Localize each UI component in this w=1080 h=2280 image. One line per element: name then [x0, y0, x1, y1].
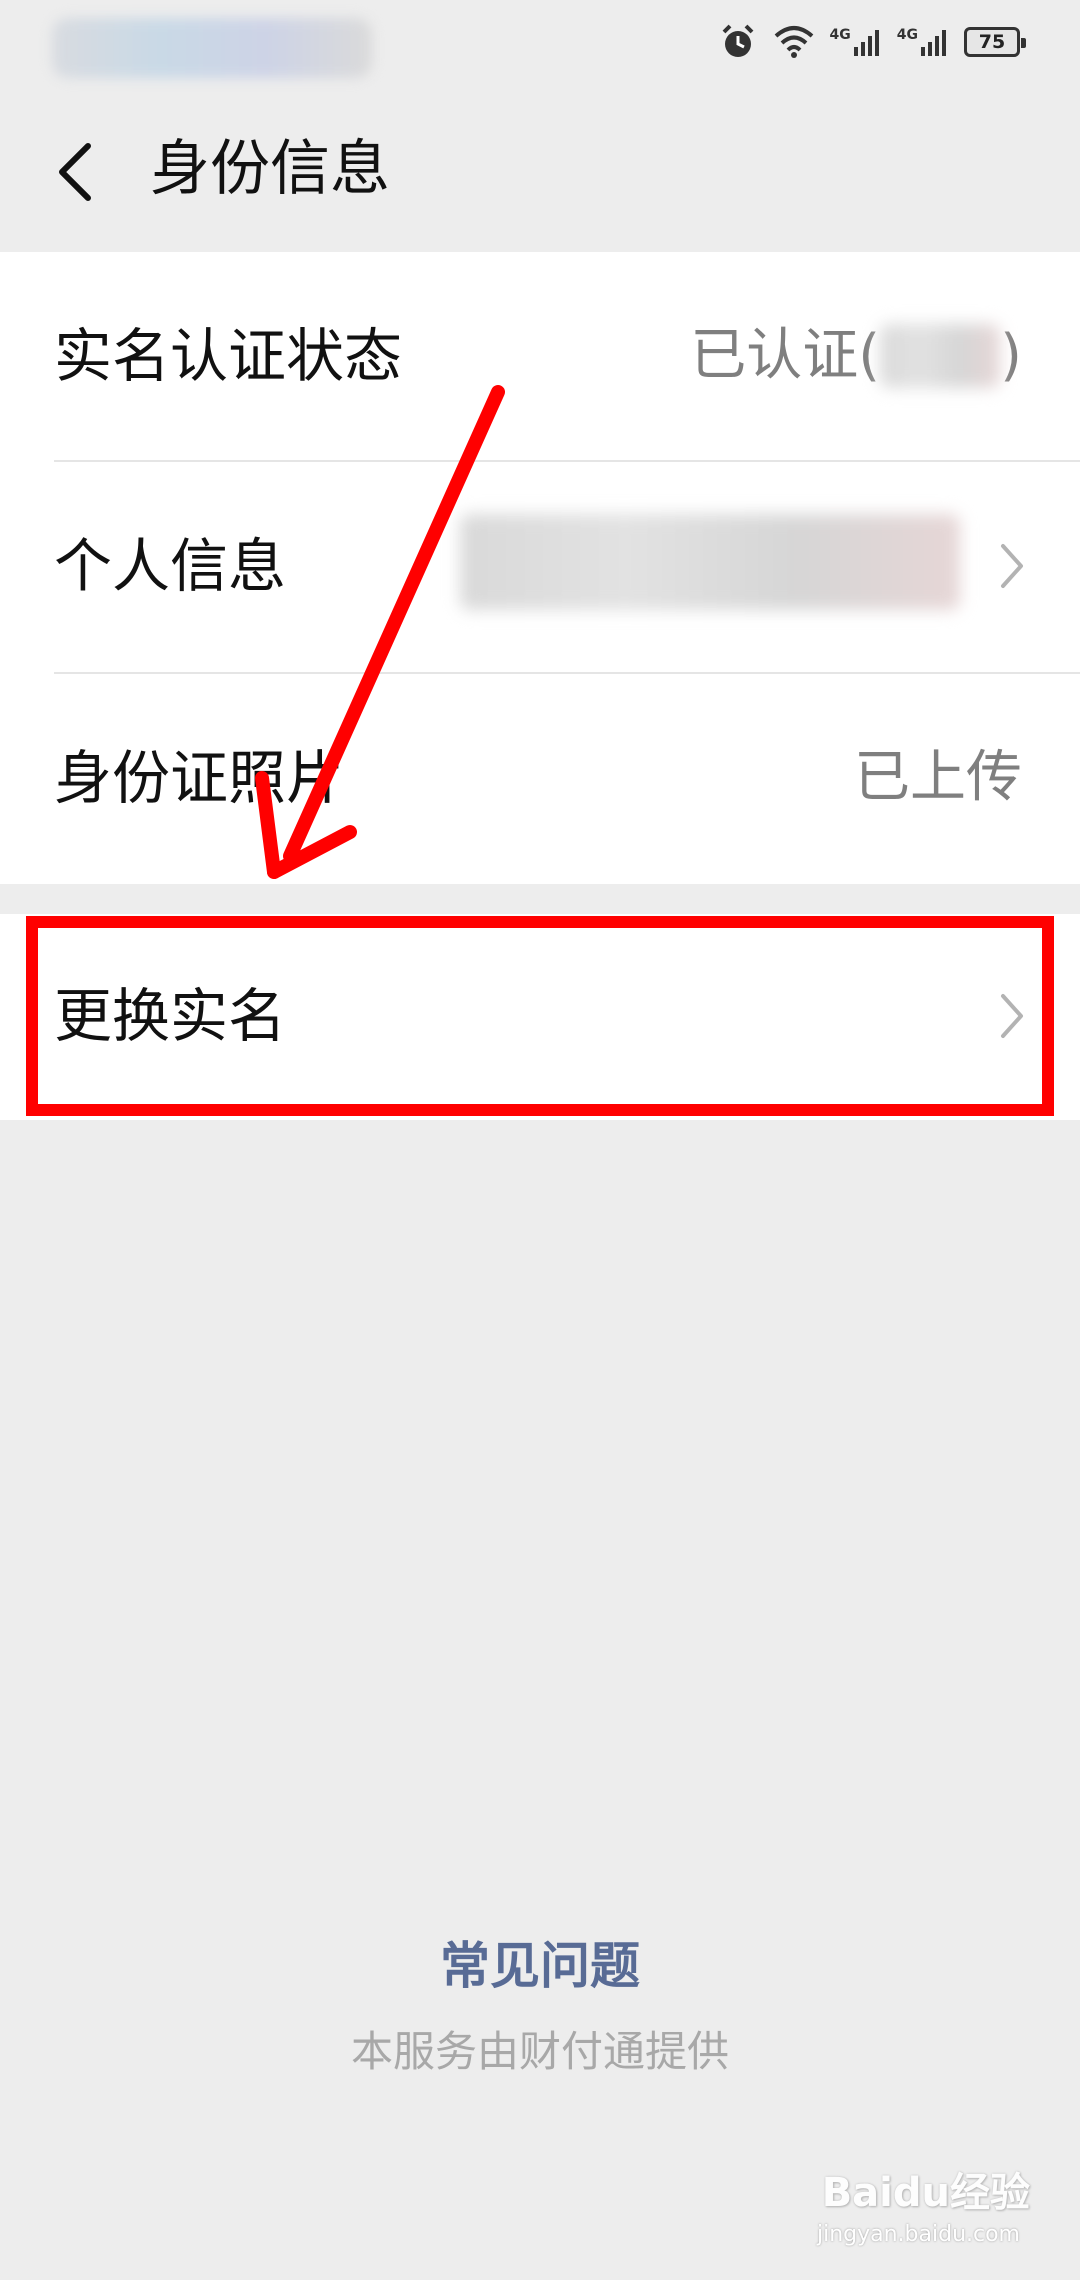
battery-icon: 75 [964, 27, 1026, 57]
personal-info-row[interactable]: 个人信息 [0, 462, 1080, 672]
blurred-name [880, 324, 1001, 388]
personal-info-label: 个人信息 [54, 532, 287, 600]
watermark-url: jingyan.baidu.com [816, 2222, 1020, 2247]
page-title: 身份信息 [150, 134, 390, 204]
signal-2: 4G [897, 27, 950, 57]
verification-status-row: 实名认证状态 已认证( ) [0, 252, 1080, 462]
verification-status-value: 已认证( ) [690, 320, 1022, 392]
network-label-2: 4G [896, 27, 918, 43]
provider-text: 本服务由财付通提供 [350, 2027, 729, 2076]
verification-status-text: 已认证( [690, 323, 881, 388]
verification-status-label: 实名认证状态 [54, 322, 403, 390]
signal-bars-icon [921, 30, 946, 56]
status-icons: 4G 4G 75 [718, 22, 1026, 62]
signal-1: 4G [830, 27, 883, 57]
signal-bars-icon [853, 30, 879, 56]
faq-link[interactable]: 常见问题 [0, 1934, 1080, 1998]
back-arrow-icon[interactable] [52, 140, 102, 204]
network-label-1: 4G [829, 27, 851, 43]
chevron-right-icon [1001, 544, 1023, 588]
status-bar: 4G 4G 75 [0, 0, 1080, 92]
identity-info-list: 实名认证状态 已认证( ) 个人信息 身份证照片 已上传 [0, 252, 1080, 884]
blurred-personal-info [460, 514, 960, 610]
id-photo-value: 已上传 [854, 745, 1022, 810]
id-photo-row[interactable]: 身份证照片 已上传 [0, 674, 1080, 884]
verification-status-close: ) [1000, 323, 1022, 388]
app-header: 身份信息 [0, 92, 1080, 252]
id-photo-label: 身份证照片 [54, 744, 345, 812]
watermark-logo: Baidu经验 [821, 2170, 1030, 2216]
wifi-icon [774, 26, 813, 58]
alarm-icon [722, 24, 753, 57]
blurred-notification-area [52, 18, 372, 78]
highlight-box-annotation [26, 916, 1054, 1116]
